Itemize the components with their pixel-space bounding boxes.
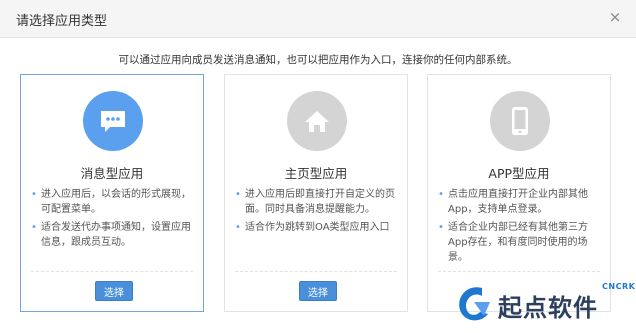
card-bullets: 点击应用直接打开企业内部其他App，支持单点登录。 适合企业内部已经有其他第三方… — [438, 187, 602, 268]
bullet-item: 适合发送代办事项通知，设置应用信息，跟成员互动。 — [31, 220, 195, 250]
card-divider — [235, 271, 397, 272]
home-icon — [287, 91, 347, 151]
select-button[interactable]: 选择 — [95, 281, 133, 301]
card-divider — [31, 271, 193, 272]
card-title: 主页型应用 — [284, 166, 348, 181]
bullet-item: 进入应用后，以会话的形式展现，可配置菜单。 — [31, 187, 195, 217]
watermark: 起点软件 CNCRK — [452, 278, 636, 333]
chat-bubble-icon — [83, 91, 143, 151]
card-bullets: 进入应用后，以会话的形式展现，可配置菜单。 适合发送代办事项通知，设置应用信息，… — [31, 187, 195, 253]
card-title: 消息型应用 — [80, 166, 144, 181]
dialog-header: 请选择应用类型 × — [0, 0, 636, 38]
bullet-item: 点击应用直接打开企业内部其他App，支持单点登录。 — [438, 187, 602, 217]
dialog-title: 请选择应用类型 — [16, 14, 108, 29]
card-message-app[interactable]: 消息型应用 进入应用后，以会话的形式展现，可配置菜单。 适合发送代办事项通知，设… — [20, 74, 204, 312]
watermark-text: 起点软件 — [498, 294, 598, 322]
bullet-item: 适合作为跳转到OA类型应用入口 — [235, 220, 399, 235]
watermark-sub: CNCRK — [602, 282, 636, 291]
card-bullets: 进入应用后即直接打开自定义的页面。同时具备消息提醒能力。 适合作为跳转到OA类型… — [235, 187, 399, 238]
dialog-subtitle: 可以通过应用向成员发送消息通知，也可以把应用作为入口，连接你的任何内部系统。 — [118, 54, 518, 66]
select-button[interactable]: 选择 — [299, 281, 337, 301]
card-title: APP型应用 — [488, 166, 550, 181]
card-app-app[interactable]: APP型应用 点击应用直接打开企业内部其他App，支持单点登录。 适合企业内部已… — [427, 74, 611, 312]
watermark-logo-icon — [459, 287, 490, 321]
mobile-phone-icon — [490, 91, 550, 151]
bullet-item: 适合企业内部已经有其他第三方App存在，和有度同时使用的场景。 — [438, 220, 602, 265]
card-divider — [438, 271, 600, 272]
card-home-app[interactable]: 主页型应用 进入应用后即直接打开自定义的页面。同时具备消息提醒能力。 适合作为跳… — [224, 74, 408, 312]
bullet-item: 进入应用后即直接打开自定义的页面。同时具备消息提醒能力。 — [235, 187, 399, 217]
close-icon[interactable]: × — [606, 8, 624, 26]
